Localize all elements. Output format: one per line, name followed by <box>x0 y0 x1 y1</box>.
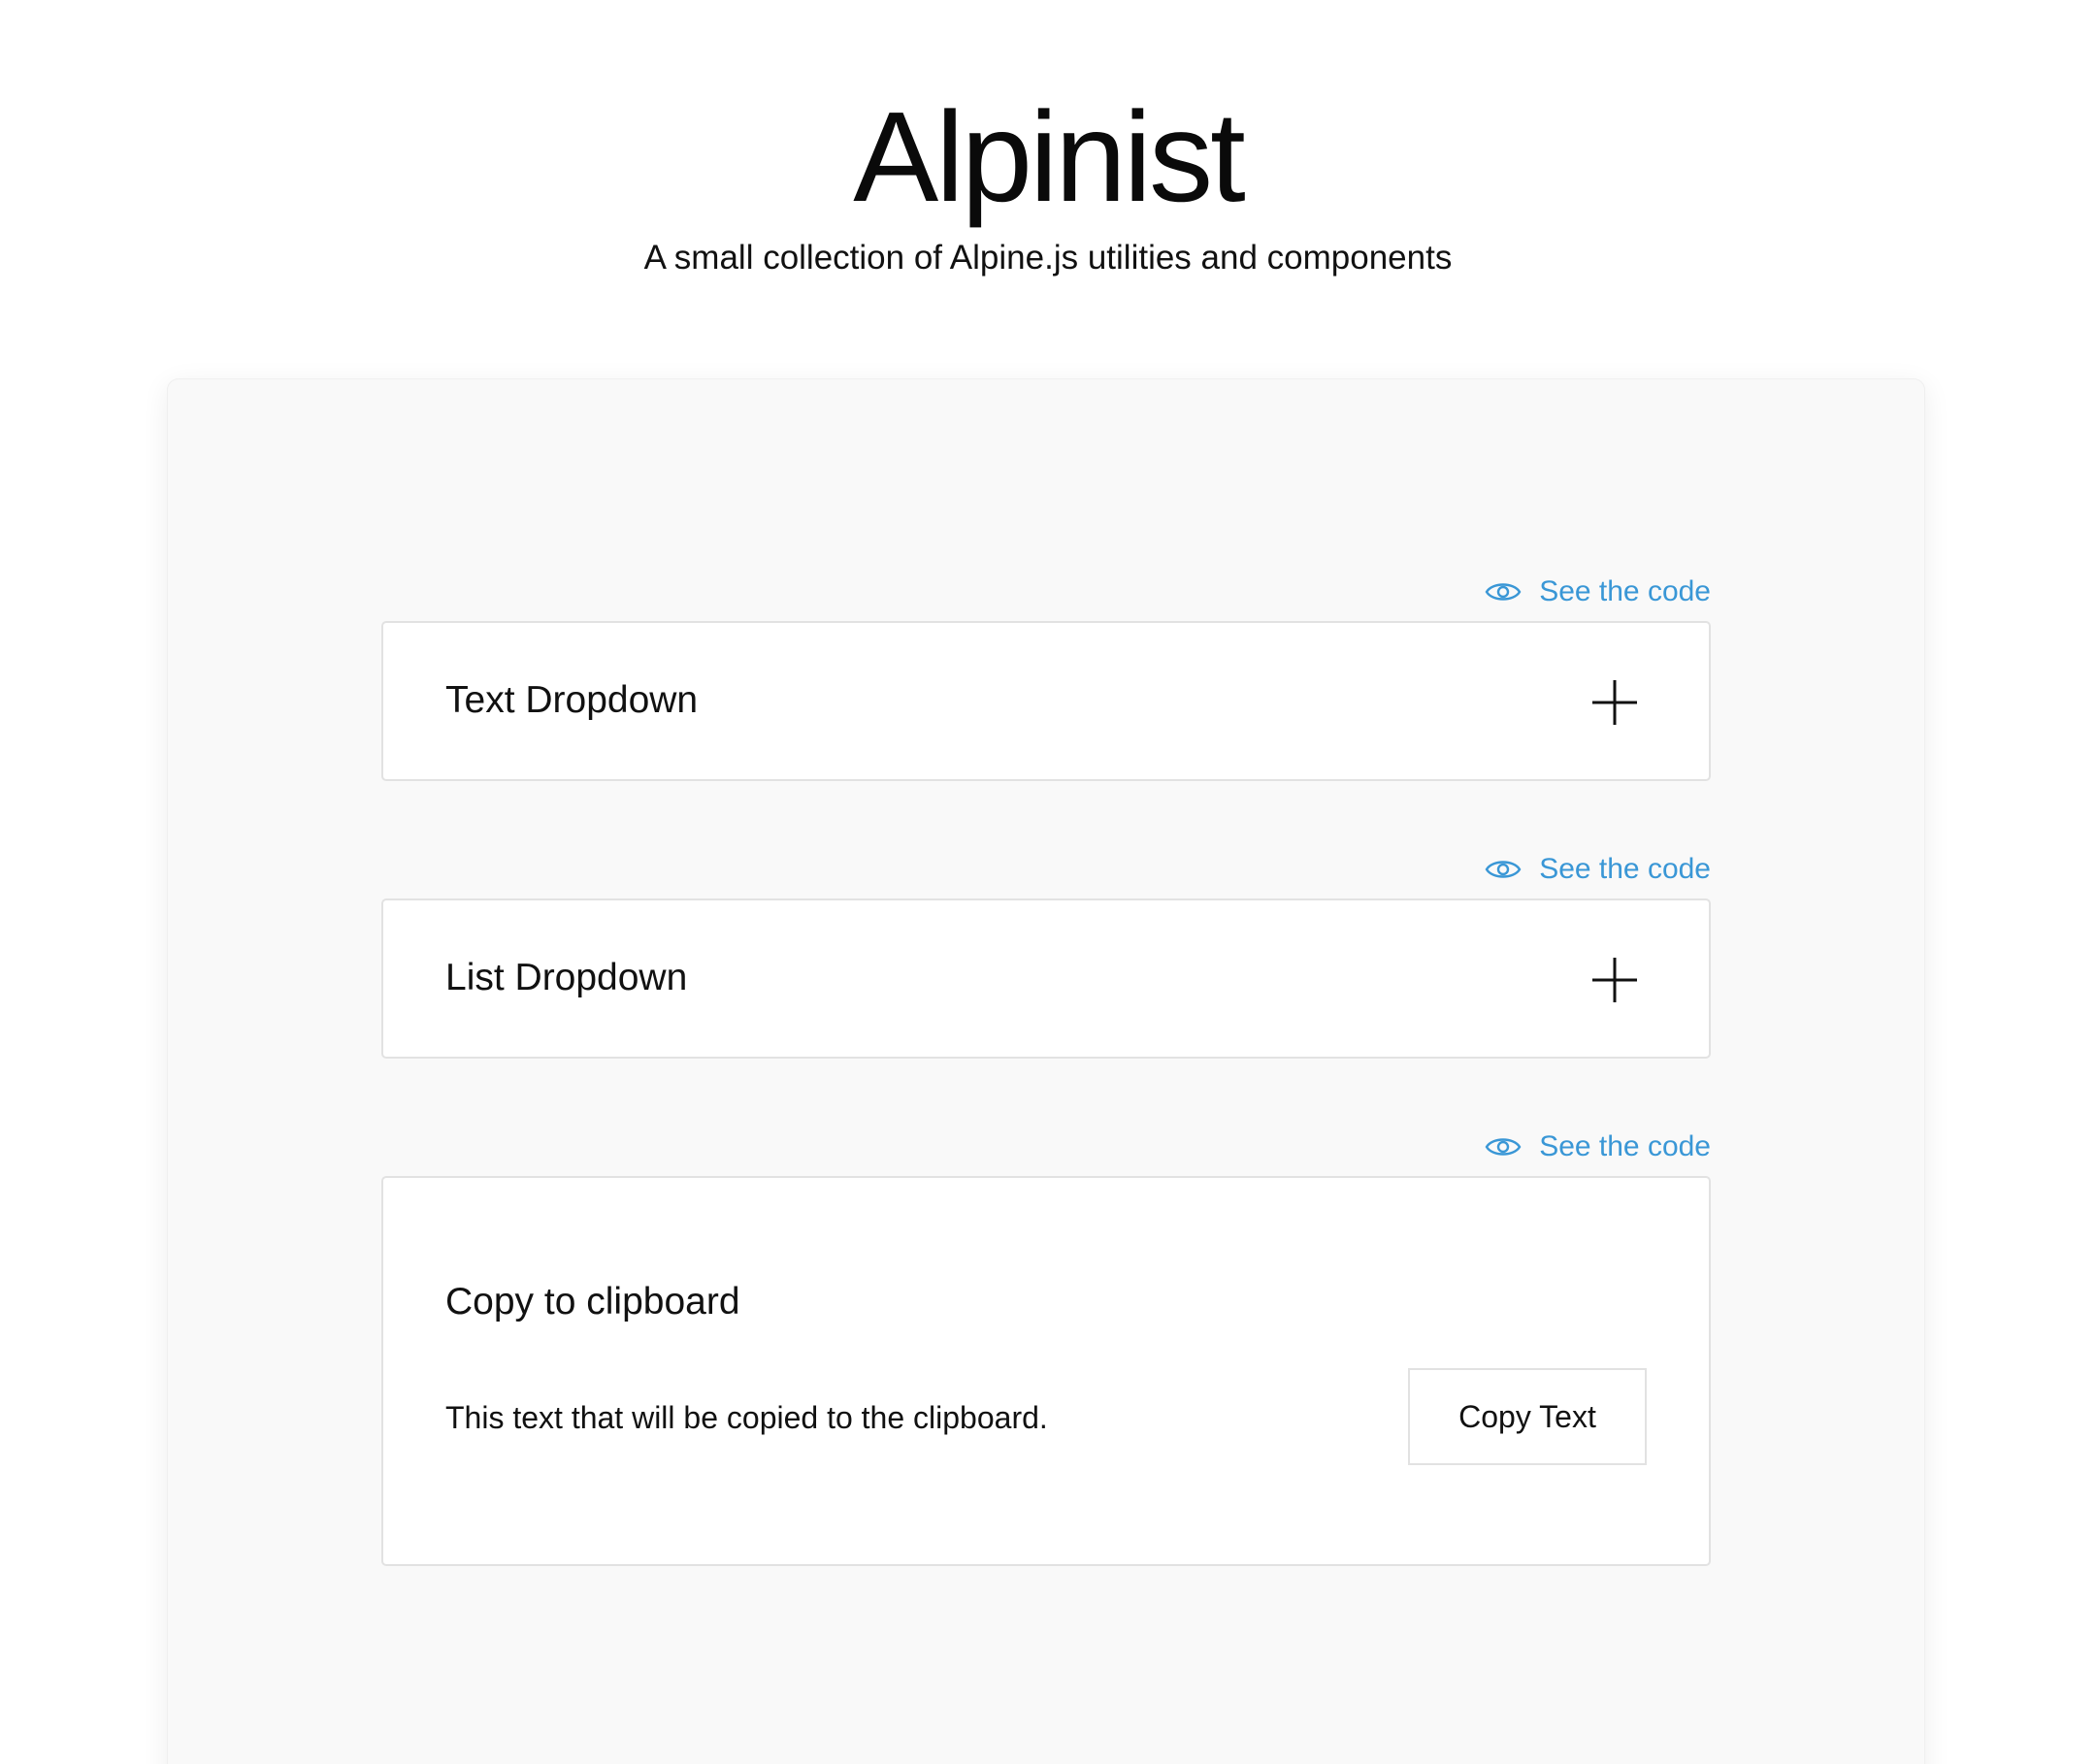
eye-icon <box>1485 861 1522 878</box>
page: Alpinist A small collection of Alpine.js… <box>0 0 2096 1764</box>
see-code-link-list-dropdown[interactable]: See the code <box>1485 852 1711 887</box>
code-link-row: See the code <box>381 570 1711 614</box>
copy-text-button[interactable]: Copy Text <box>1408 1368 1647 1465</box>
page-title: Alpinist <box>853 85 1246 228</box>
see-code-label: See the code <box>1539 1130 1711 1162</box>
text-dropdown-title: Text Dropdown <box>445 679 699 721</box>
clipboard-source-text: This text that will be copied to the cli… <box>445 1400 1048 1435</box>
code-link-row: See the code <box>381 1125 1711 1169</box>
copy-clipboard-card: Copy to clipboard This text that will be… <box>381 1176 1711 1566</box>
eye-icon <box>1485 583 1522 601</box>
text-dropdown-card[interactable]: Text Dropdown <box>381 621 1711 781</box>
see-code-link-text-dropdown[interactable]: See the code <box>1485 574 1711 609</box>
see-code-label: See the code <box>1539 575 1711 607</box>
list-dropdown-card[interactable]: List Dropdown <box>381 898 1711 1059</box>
copy-clipboard-title: Copy to clipboard <box>445 1281 740 1323</box>
code-link-row: See the code <box>381 847 1711 892</box>
list-dropdown-title: List Dropdown <box>445 957 688 998</box>
plus-icon[interactable] <box>1590 956 1639 1004</box>
see-code-label: See the code <box>1539 853 1711 885</box>
see-code-link-copy-clipboard[interactable]: See the code <box>1485 1129 1711 1164</box>
eye-icon <box>1485 1138 1522 1156</box>
components-panel: See the code Text Dropdown See the code … <box>167 378 1925 1764</box>
page-subtitle: A small collection of Alpine.js utilitie… <box>643 239 1453 277</box>
plus-icon[interactable] <box>1590 678 1639 727</box>
